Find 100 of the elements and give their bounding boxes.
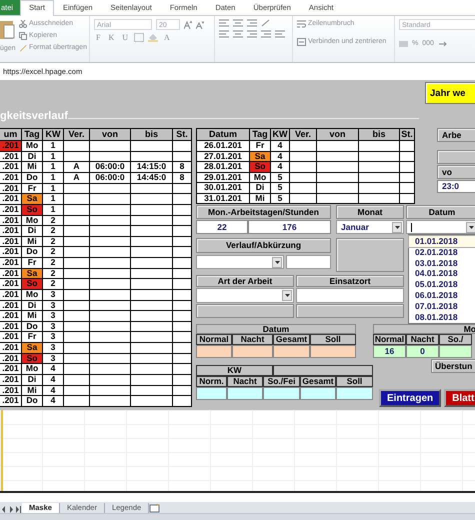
column-header: Tag	[250, 128, 270, 140]
group-header: Datum	[196, 324, 356, 334]
group-header: Mon.-Arbeitstagen/Stunden	[196, 205, 331, 219]
copy-icon	[19, 32, 27, 40]
table-cell	[336, 387, 373, 400]
input-field[interactable]	[296, 288, 404, 303]
table-cell: .201	[0, 204, 22, 216]
table-cell	[232, 345, 273, 358]
table-cell: .201	[0, 374, 22, 386]
column-header: KW	[270, 128, 290, 140]
column-header: Norm.	[196, 376, 227, 387]
column-header: KW	[42, 128, 64, 141]
table-cell	[196, 387, 227, 400]
dropdown-option[interactable]: 03.01.2018	[409, 258, 475, 268]
group-header: Monat	[336, 205, 404, 219]
indent-icon	[261, 30, 271, 38]
sheet-nav-icon	[2, 506, 22, 513]
column-header: bis	[130, 128, 172, 141]
hours-value: 176	[248, 220, 331, 234]
dropdown-option[interactable]: 08.01.2018	[409, 312, 475, 322]
column-header: Normal	[373, 334, 406, 345]
group-header: Datum	[406, 205, 475, 219]
dropdown-option[interactable]: 07.01.2018	[409, 300, 475, 312]
align-top-icon	[219, 19, 229, 27]
table-cell: .201	[0, 215, 22, 226]
table-cell: .201	[0, 268, 22, 279]
new-sheet-icon	[149, 504, 162, 513]
align-bottom-icon	[247, 19, 257, 27]
column-header: vo	[437, 165, 475, 179]
column-header: St.	[400, 128, 414, 140]
shrink-font-icon	[196, 20, 204, 28]
side-button[interactable]: Arbe	[437, 128, 475, 142]
align-middle-icon	[233, 19, 243, 27]
time-value: 23:0	[437, 180, 475, 193]
column-header: Nacht	[406, 334, 439, 345]
table-cell	[439, 345, 472, 358]
table-cell: 28.01.201	[196, 162, 250, 172]
table-cell: .201	[0, 258, 22, 268]
text-cursor	[411, 222, 412, 232]
fill-color-icon	[148, 33, 158, 42]
column-header: Tag	[22, 128, 42, 141]
action-button[interactable]: Blatt	[444, 389, 475, 407]
column-header: bis	[358, 128, 400, 140]
merge-icon	[297, 38, 306, 46]
grow-font-icon	[184, 20, 192, 28]
column-header: Soll	[310, 334, 356, 345]
table-cell: 31.01.201	[196, 193, 250, 204]
table-cell: .201	[0, 226, 22, 236]
table-cell: 0	[406, 345, 439, 358]
table-cell: .201	[0, 172, 22, 184]
dropdown-option[interactable]: 04.01.2018	[409, 268, 475, 280]
overtime-button[interactable]: Überstun	[431, 359, 475, 373]
table-cell: .201	[0, 342, 22, 354]
column-header: Nacht	[232, 334, 273, 345]
column-header: von	[316, 128, 358, 140]
dropdown-option[interactable]: 05.01.2018	[409, 279, 475, 290]
outdent-icon	[275, 30, 285, 38]
dropdown-option[interactable]: 06.01.2018	[409, 290, 475, 301]
column-header: Soll	[336, 376, 373, 387]
table-cell	[196, 345, 232, 358]
column-header: Normal	[196, 334, 232, 345]
column-header: Gesamt	[273, 334, 310, 345]
align-right-icon	[247, 30, 257, 38]
column-header: Ver.	[64, 128, 90, 141]
group-header: Einsatzort	[296, 275, 404, 287]
table-cell	[300, 387, 336, 400]
table-cell: .201	[0, 162, 22, 173]
form-title: gkeitsverlauf	[0, 110, 68, 122]
paste-icon	[0, 19, 16, 41]
column-header: St.	[172, 128, 192, 141]
dropdown-option[interactable]: 02.01.2018	[409, 246, 475, 258]
decimal-icon	[438, 40, 447, 48]
table-cell: .201	[0, 396, 22, 406]
table-cell: .201	[0, 194, 22, 204]
column-header: von	[90, 128, 130, 141]
table-cell: .201	[0, 364, 22, 374]
table-cell: .201	[0, 300, 22, 311]
align-left-icon	[219, 30, 229, 38]
column-header: Nacht	[227, 376, 263, 387]
table-cell: .201	[0, 385, 22, 396]
input-field[interactable]	[286, 255, 331, 269]
column-header: Datum	[196, 128, 250, 140]
table-cell: .201	[0, 310, 22, 322]
month-dropdown[interactable]: Januar	[336, 220, 404, 234]
dropdown-option[interactable]: 01.01.2018	[409, 236, 475, 247]
table-cell: .201	[0, 236, 22, 247]
table-cell	[310, 345, 356, 358]
scissors-icon	[19, 20, 27, 28]
table-cell: 30.01.201	[196, 182, 250, 193]
table-cell: .201	[0, 151, 22, 162]
column-header: Ver.	[290, 128, 316, 140]
year-button[interactable]: Jahr we	[425, 82, 475, 104]
table-cell: 26.01.201	[196, 140, 250, 151]
table-cell: .201	[0, 278, 22, 290]
table-cell	[273, 345, 310, 358]
table-cell: .201	[0, 246, 22, 258]
group-header: Art der Arbeit	[196, 275, 294, 287]
table-cell: .201	[0, 140, 22, 152]
border-icon	[134, 33, 144, 42]
action-button[interactable]: Eintragen	[379, 389, 442, 407]
